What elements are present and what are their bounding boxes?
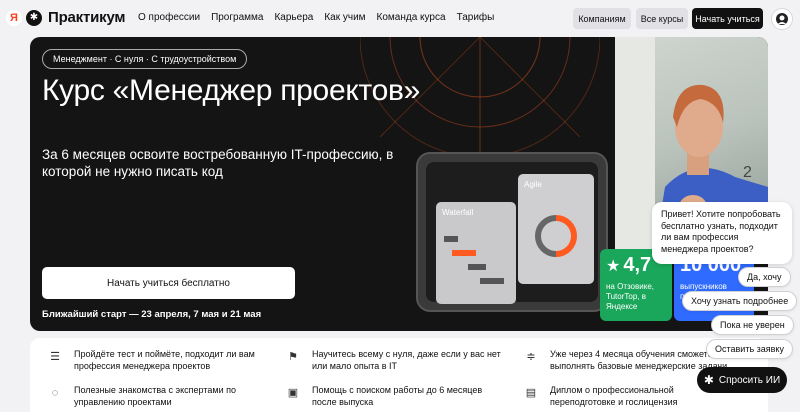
nav-item-pricing[interactable]: Тарифы	[457, 12, 495, 23]
course-tags: Менеджмент · С нуля · С трудоустройством	[42, 49, 248, 69]
feature-item: Диплом о профессиональной переподготовке…	[550, 385, 678, 407]
sliders-icon: ≑	[526, 351, 536, 363]
chat-icon: ◌	[51, 387, 59, 399]
yandex-logo-icon: Я	[6, 9, 22, 26]
svg-text:2: 2	[743, 164, 752, 181]
chat-chip-leave-request[interactable]: Оставить заявку	[706, 339, 793, 359]
feature-item: Научитесь всему с нуля, даже если у вас …	[312, 349, 501, 371]
gantt-bar	[444, 236, 458, 242]
ask-ai-label: Спросить ИИ	[718, 374, 781, 386]
nav-item-career[interactable]: Карьера	[274, 12, 313, 23]
nav-item-about[interactable]: О профессии	[138, 12, 200, 23]
hero-banner: Менеджмент · С нуля · С трудоустройством…	[30, 37, 768, 331]
avatar[interactable]	[771, 8, 793, 30]
chat-chip-not-sure[interactable]: Пока не уверен	[711, 315, 794, 335]
next-start-dates: Ближайший старт — 23 апреля, 7 мая и 21 …	[42, 309, 262, 320]
ask-ai-button[interactable]: ✱ Спросить ИИ	[697, 367, 787, 393]
agile-label: Agile	[524, 180, 542, 189]
rating-value: 4,7	[623, 254, 652, 276]
briefcase-icon: ▣	[287, 387, 299, 399]
start-free-button[interactable]: Начать учиться бесплатно	[42, 267, 295, 299]
star-logo-icon: ✱	[26, 9, 42, 26]
tablet-screen: Waterfall Agile	[426, 162, 598, 304]
agile-card: Agile	[518, 174, 594, 284]
chat-message: Привет! Хотите попробовать бесплатно узн…	[652, 202, 792, 264]
all-courses-button[interactable]: Все курсы	[636, 8, 688, 29]
features-panel: ☰ Пройдёте тест и поймёте, подходит ли в…	[30, 338, 768, 412]
nav-item-how-we-teach[interactable]: Как учим	[324, 12, 365, 23]
feature-item: Полезные знакомства с экспертами по упра…	[74, 385, 236, 407]
logo-text: Практикум	[48, 9, 126, 26]
diploma-icon: ▤	[525, 387, 537, 399]
chat-chip-learn-more[interactable]: Хочу узнать подробнее	[682, 291, 798, 311]
waterfall-card: Waterfall	[436, 202, 516, 304]
companies-button[interactable]: Компаниям	[573, 8, 631, 29]
feature-item: Помощь с поиском работы до 6 месяцев пос…	[312, 385, 483, 407]
nav-item-team[interactable]: Команда курса	[377, 12, 446, 23]
list-icon: ☰	[50, 351, 60, 363]
rating-text: на Отзовике, TutorTop, в Яндексе	[606, 282, 654, 311]
gantt-bar	[452, 250, 476, 256]
waterfall-label: Waterfall	[442, 208, 474, 217]
start-learning-button[interactable]: Начать учиться	[692, 8, 763, 29]
hero-subtitle: За 6 месяцев освоите востребованную IT-п…	[42, 147, 394, 179]
main-nav: О профессии Программа Карьера Как учим К…	[138, 12, 505, 23]
feature-item: Пройдёте тест и поймёте, подходит ли вам…	[74, 349, 255, 371]
flag-icon: ⚑	[288, 351, 298, 363]
gantt-bar	[468, 264, 486, 270]
star-logo-icon: ✱	[703, 373, 714, 387]
top-bar: Я ✱ Практикум О профессии Программа Карь…	[0, 0, 800, 37]
logo[interactable]: Я ✱ Практикум	[6, 9, 126, 26]
nav-item-program[interactable]: Программа	[211, 12, 263, 23]
user-icon	[776, 13, 788, 25]
chat-chip-yes[interactable]: Да, хочу	[738, 267, 791, 287]
tablet-illustration: Waterfall Agile	[416, 152, 608, 312]
gantt-bar	[480, 278, 504, 284]
star-icon: ★	[606, 257, 621, 275]
cycle-arrows-icon	[535, 215, 577, 257]
page-title: Курс «Менеджер проектов»	[42, 74, 420, 107]
